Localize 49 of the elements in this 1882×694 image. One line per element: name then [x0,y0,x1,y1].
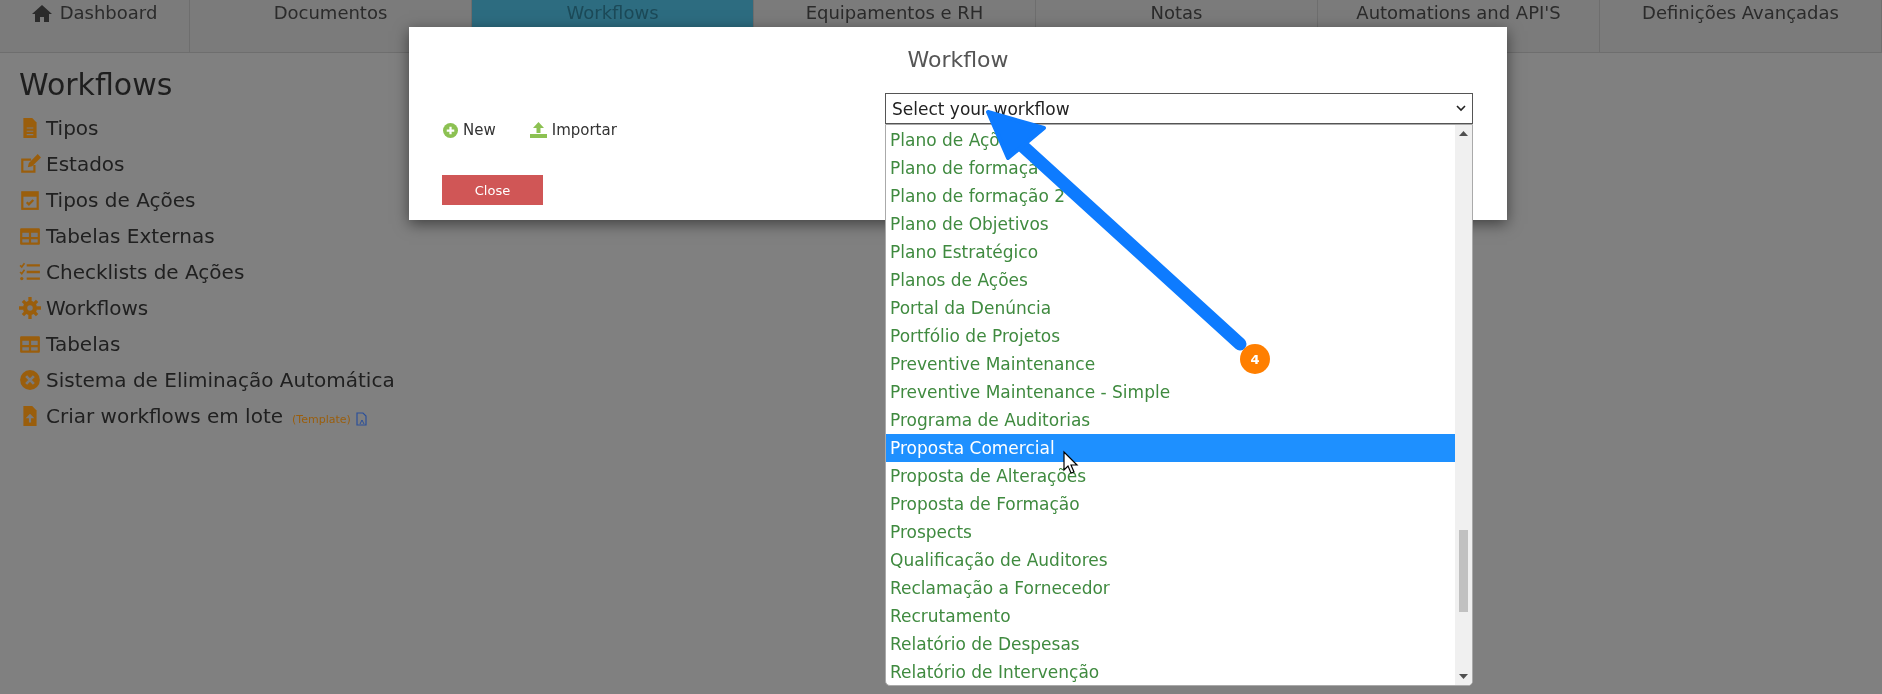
dropdown-option[interactable]: Proposta Comercial [886,434,1455,462]
sidebar-link[interactable]: Tabelas [46,332,121,356]
sidebar-link[interactable]: Criar workflows em lote [46,404,284,428]
sidebar-link[interactable]: Sistema de Eliminação Automática [46,368,395,392]
dropdown-option[interactable]: Proposta de Formação [886,490,1084,518]
nav-tab[interactable]: Definições Avançadas [1600,0,1882,52]
sidebar-link[interactable]: Tabelas Externas [46,224,215,248]
dropdown-option[interactable]: Qualificação de Auditores [886,546,1112,574]
dropdown-option[interactable]: Proposta de Alterações [886,462,1091,490]
table-icon [19,333,41,355]
sidebar-link[interactable]: Estados [46,152,125,176]
times-icon [19,369,41,391]
dropdown-option[interactable]: Prospects [886,518,976,546]
step-badge: 4 [1240,344,1270,374]
scroll-down-icon[interactable] [1458,673,1469,681]
new-button[interactable]: New [443,121,496,139]
dropdown-option[interactable]: Portfólio de Projetos [886,322,1065,350]
nav-tab[interactable]: Dashboard [0,0,190,52]
dropdown-option[interactable]: Plano de formação 2 [886,182,1070,210]
chevron-icon [1456,105,1466,112]
upload-icon [529,122,547,138]
dropdown-option[interactable]: Recrutamento [886,602,1015,630]
import-button[interactable]: Importar [529,121,617,139]
dropdown-option[interactable]: Programa de Auditorias [886,406,1095,434]
dropdown-option[interactable]: Reclamação a Fornecedor [886,574,1114,602]
dropdown-option[interactable]: Relatório de Intervenção [886,658,1104,685]
dropdown-option[interactable]: Preventive Maintenance [886,350,1100,378]
scroll-up-icon[interactable] [1458,129,1469,137]
page-title: Workflows [19,67,173,102]
dropdown-option[interactable]: Portal da Denúncia [886,294,1056,322]
scrollbar-thumb[interactable] [1459,530,1468,612]
home-icon [31,4,52,22]
close-button[interactable]: Close [442,175,543,205]
calendar-icon [19,189,41,211]
dropdown-option[interactable]: Preventive Maintenance - Simple [886,378,1175,406]
sidebar-link[interactable]: Checklists de Ações [46,260,245,284]
dropdown-option[interactable]: Plano Estratégico [886,238,1043,266]
sidebar-link[interactable]: Tipos [46,116,99,140]
edit-icon [19,153,41,175]
dropdown-option[interactable]: Relatório de Despesas [886,630,1084,658]
gear-icon [19,297,41,319]
sidebar-link[interactable]: Tipos de Ações [46,188,196,212]
dropdown-option[interactable]: Planos de Ações [886,266,1032,294]
table-icon [19,225,41,247]
plus-circle-icon [443,122,458,138]
sidebar-link[interactable]: Workflows [46,296,149,320]
dropdown-option[interactable]: Plano de Objetivos [886,210,1053,238]
checklist-icon [19,261,41,283]
workflow-select[interactable]: Select your workflow [885,93,1473,124]
